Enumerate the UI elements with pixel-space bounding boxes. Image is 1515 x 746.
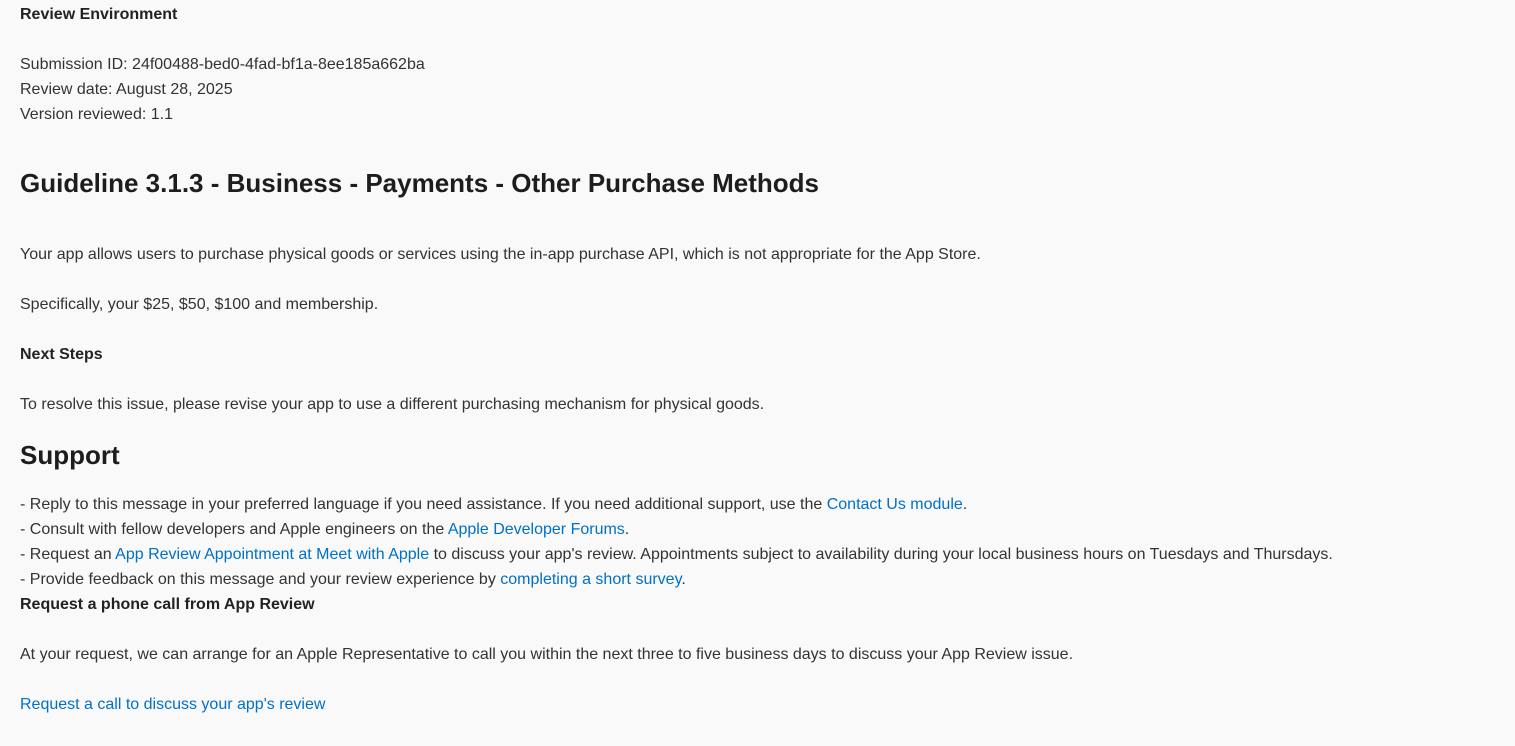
support-item-text: .: [962, 496, 968, 513]
review-date: Review date: August 28, 2025: [20, 81, 233, 98]
app-review-appointment-link[interactable]: App Review Appointment at Meet with Appl…: [115, 546, 429, 563]
support-item-text: - Reply to this message in your preferre…: [20, 496, 827, 513]
survey-link[interactable]: completing a short survey: [500, 571, 681, 588]
support-item-text: - Provide feedback on this message and y…: [20, 571, 501, 588]
next-steps-heading: Next Steps: [20, 346, 103, 363]
review-environment-section: Review Environment Submission ID: 24f004…: [20, 2, 1505, 127]
support-item-text: .: [624, 521, 630, 538]
developer-forums-link[interactable]: Apple Developer Forums: [448, 521, 625, 538]
guideline-specifics: Specifically, your $25, $50, $100 and me…: [20, 296, 379, 313]
support-item-appointment: - Request an App Review Appointment at M…: [20, 542, 1505, 567]
support-item-text: to discuss your app's review. Appointmen…: [429, 546, 1333, 563]
version-reviewed: Version reviewed: 1.1: [20, 106, 173, 123]
phone-call-heading: Request a phone call from App Review: [20, 596, 315, 613]
next-steps-text: To resolve this issue, please revise you…: [20, 396, 765, 413]
support-item-contact: - Reply to this message in your preferre…: [20, 492, 1505, 517]
phone-call-section: Request a phone call from App Review At …: [20, 592, 1505, 717]
guideline-section: Guideline 3.1.3 - Business - Payments - …: [20, 167, 1505, 417]
guideline-description: Your app allows users to purchase physic…: [20, 246, 981, 263]
contact-us-link[interactable]: Contact Us module: [827, 496, 963, 513]
request-call-link[interactable]: Request a call to discuss your app's rev…: [20, 696, 325, 713]
support-item-forums: - Consult with fellow developers and App…: [20, 517, 1505, 542]
review-environment-heading: Review Environment: [20, 6, 178, 23]
support-item-text: .: [681, 571, 686, 588]
support-item-text: - Request an: [20, 546, 116, 563]
support-item-text: - Consult with fellow developers and App…: [20, 521, 448, 538]
support-item-survey: - Provide feedback on this message and y…: [20, 567, 1505, 592]
support-heading: Support: [20, 440, 120, 470]
submission-id: Submission ID: 24f00488-bed0-4fad-bf1a-8…: [20, 56, 425, 73]
guideline-title: Guideline 3.1.3 - Business - Payments - …: [20, 168, 820, 198]
phone-call-text: At your request, we can arrange for an A…: [20, 646, 1074, 663]
review-message: Review Environment Submission ID: 24f004…: [20, 2, 1505, 717]
support-section: Support - Reply to this message in your …: [20, 439, 1505, 592]
